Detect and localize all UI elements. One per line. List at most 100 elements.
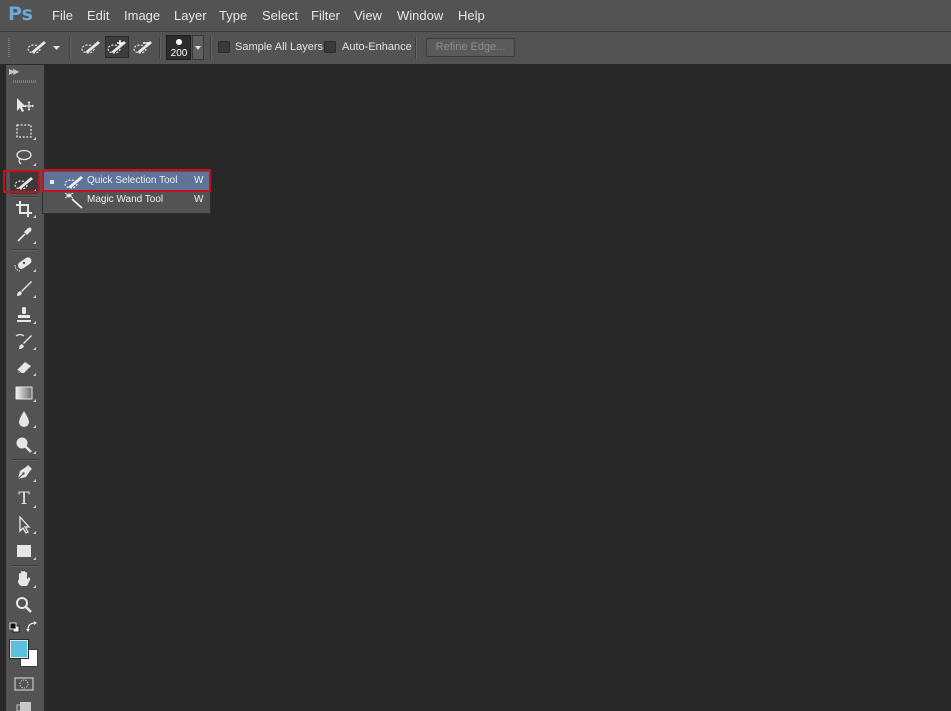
history-brush-icon xyxy=(15,333,32,349)
tool-preset-picker[interactable] xyxy=(24,36,50,58)
more-tools-indicator-icon xyxy=(33,295,36,298)
more-tools-indicator-icon xyxy=(33,479,36,482)
subtract-from-selection-button[interactable] xyxy=(131,36,155,58)
menu-file[interactable]: File xyxy=(52,8,73,23)
chevron-down-icon xyxy=(195,45,201,50)
foreground-color-swatch[interactable] xyxy=(9,639,29,659)
more-tools-indicator-icon xyxy=(33,137,36,140)
path-selection-tool[interactable] xyxy=(10,514,38,536)
eyedropper-icon xyxy=(17,227,32,242)
brush-picker-dropdown[interactable] xyxy=(192,35,204,60)
bandage-icon xyxy=(14,257,32,272)
menu-view[interactable]: View xyxy=(354,8,382,23)
screen-mode-icon[interactable] xyxy=(16,701,32,711)
hand-tool[interactable] xyxy=(10,568,38,590)
options-divider xyxy=(210,37,212,59)
rectangle-tool[interactable] xyxy=(10,540,38,562)
more-tools-indicator-icon xyxy=(33,241,36,244)
add-to-selection-button[interactable] xyxy=(105,36,129,58)
more-tools-indicator-icon xyxy=(33,269,36,272)
more-tools-indicator-icon xyxy=(33,585,36,588)
default-colors-icon[interactable] xyxy=(9,622,20,633)
move-tool[interactable] xyxy=(10,94,38,116)
brush-tip-icon xyxy=(176,39,182,45)
collapse-panel-icon[interactable]: ▶▶ xyxy=(9,67,19,76)
marquee-icon xyxy=(16,124,32,138)
auto-enhance-checkbox[interactable] xyxy=(324,41,336,53)
document-canvas-area[interactable] xyxy=(45,65,951,711)
pen-tool[interactable] xyxy=(10,462,38,484)
auto-enhance-label: Auto-Enhance xyxy=(342,41,412,53)
quick-mask-icon[interactable] xyxy=(14,677,34,691)
lasso-icon xyxy=(16,149,32,165)
new-selection-button[interactable] xyxy=(79,36,103,58)
clone-stamp-tool[interactable] xyxy=(10,304,38,326)
options-divider xyxy=(69,37,71,59)
zoom-tool[interactable] xyxy=(10,594,38,616)
subtract-selection-icon xyxy=(133,41,152,54)
dodge-tool[interactable] xyxy=(10,434,38,456)
quick-selection-icon xyxy=(27,41,46,54)
menu-bar: Ps File Edit Image Layer Type Select Fil… xyxy=(0,0,951,32)
eyedropper-tool[interactable] xyxy=(10,224,38,246)
swap-colors-icon[interactable] xyxy=(26,621,38,633)
menu-type[interactable]: Type xyxy=(219,8,247,23)
hand-icon xyxy=(18,571,31,586)
options-bar: 200 Sample All Layers Auto-Enhance Refin… xyxy=(0,32,951,65)
photoshop-logo: Ps xyxy=(8,3,33,25)
rectangular-marquee-tool[interactable] xyxy=(10,120,38,142)
menu-select[interactable]: Select xyxy=(262,8,298,23)
menu-filter[interactable]: Filter xyxy=(311,8,340,23)
type-tool[interactable]: T xyxy=(10,488,38,510)
spot-healing-brush-tool[interactable] xyxy=(10,252,38,274)
more-tools-indicator-icon xyxy=(33,451,36,454)
tools-divider xyxy=(12,459,38,461)
new-selection-icon xyxy=(81,41,100,54)
tools-panel-grip[interactable] xyxy=(13,80,37,83)
menu-image[interactable]: Image xyxy=(124,8,160,23)
options-bar-grip[interactable] xyxy=(8,38,10,58)
type-icon: T xyxy=(18,489,30,509)
pen-icon xyxy=(17,465,32,480)
options-divider xyxy=(159,37,161,59)
crop-icon xyxy=(16,201,32,217)
arrow-icon xyxy=(19,516,31,534)
more-tools-indicator-icon xyxy=(33,321,36,324)
crop-tool[interactable] xyxy=(10,198,38,220)
stamp-icon xyxy=(17,307,31,322)
history-brush-tool[interactable] xyxy=(10,330,38,352)
refine-edge-button[interactable]: Refine Edge... xyxy=(426,38,515,57)
drop-icon xyxy=(19,411,29,427)
menu-edit[interactable]: Edit xyxy=(87,8,109,23)
chevron-down-icon[interactable] xyxy=(53,46,60,50)
sample-all-layers-checkbox[interactable] xyxy=(218,41,230,53)
more-tools-indicator-icon xyxy=(33,557,36,560)
move-icon xyxy=(17,98,34,112)
more-tools-indicator-icon xyxy=(33,215,36,218)
rectangle-icon xyxy=(17,545,31,557)
brush-icon xyxy=(17,281,32,296)
gradient-tool[interactable] xyxy=(10,382,38,404)
menu-window[interactable]: Window xyxy=(397,8,443,23)
eraser-tool[interactable] xyxy=(10,356,38,378)
flyout-item-magic-wand[interactable]: Magic Wand Tool W xyxy=(44,191,209,210)
menu-help[interactable]: Help xyxy=(458,8,485,23)
more-tools-indicator-icon xyxy=(33,425,36,428)
gradient-icon xyxy=(15,386,33,400)
active-tool-highlight xyxy=(3,170,40,193)
brush-tool[interactable] xyxy=(10,278,38,300)
flyout-item-label: Magic Wand Tool xyxy=(87,194,164,205)
menu-layer[interactable]: Layer xyxy=(174,8,207,23)
brush-picker[interactable]: 200 xyxy=(166,35,191,60)
add-selection-icon xyxy=(107,40,126,54)
lasso-tool[interactable] xyxy=(10,146,38,168)
blur-tool[interactable] xyxy=(10,408,38,430)
dodge-icon xyxy=(16,437,32,453)
more-tools-indicator-icon xyxy=(33,163,36,166)
options-divider xyxy=(415,37,417,59)
zoom-icon xyxy=(16,597,32,613)
tools-divider xyxy=(12,565,38,567)
more-tools-indicator-icon xyxy=(33,347,36,350)
flyout-item-shortcut: W xyxy=(194,194,204,205)
more-tools-indicator-icon xyxy=(33,373,36,376)
